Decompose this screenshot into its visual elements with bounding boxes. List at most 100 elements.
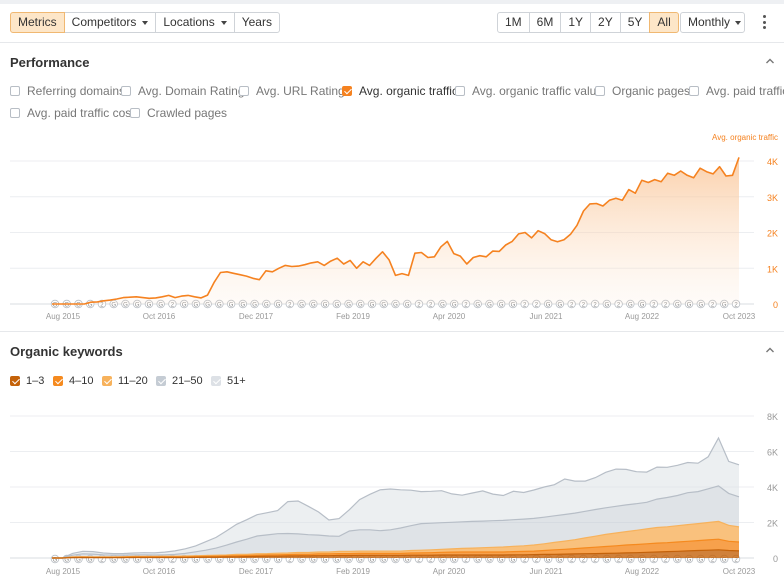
annotation-marker-label: G xyxy=(229,558,234,564)
interval-dropdown[interactable]: Monthly xyxy=(680,12,745,33)
annotation-marker-label: G xyxy=(299,558,304,564)
checkbox-checked[interactable] xyxy=(342,86,352,96)
divider xyxy=(0,42,784,43)
metric-avg-paid-traffic-cost[interactable]: Avg. paid traffic cost xyxy=(10,106,135,120)
metric-label: Referring domains xyxy=(27,84,126,98)
annotation-marker-label: G xyxy=(311,558,316,564)
annotation-marker-label: G xyxy=(346,558,351,564)
annotation-marker-label: G xyxy=(182,558,187,564)
chevron-up-icon[interactable] xyxy=(765,345,775,355)
tab-locations-label: Locations xyxy=(163,15,215,29)
y-tick-label: 8K xyxy=(767,412,778,422)
tab-metrics[interactable]: Metrics xyxy=(10,12,65,33)
tab-locations[interactable]: Locations xyxy=(155,12,235,33)
annotation-marker-label: G xyxy=(487,558,492,564)
annotation-marker-label: G xyxy=(147,558,152,564)
x-tick-label: Dec 2017 xyxy=(239,567,274,576)
metric-avg-url-rating[interactable]: Avg. URL Rating xyxy=(239,84,345,98)
annotation-marker-label: G xyxy=(452,558,457,564)
annotation-marker-label: G xyxy=(440,558,445,564)
checkbox[interactable] xyxy=(10,108,20,118)
legend-label: 21–50 xyxy=(172,375,203,387)
annotation-marker-label: G xyxy=(194,558,199,564)
tab-competitors[interactable]: Competitors xyxy=(63,12,157,33)
metric-avg-organic-traffic[interactable]: Avg. organic traffic xyxy=(342,84,458,98)
legend-position-11-20[interactable]: 11–20 xyxy=(102,375,148,387)
x-tick-label: Aug 2022 xyxy=(625,567,660,576)
chevron-down-icon xyxy=(142,20,149,25)
metric-avg-domain-rating[interactable]: Avg. Domain Rating xyxy=(121,84,245,98)
x-tick-label: Aug 2015 xyxy=(46,567,81,576)
range-5y[interactable]: 5Y xyxy=(619,12,651,33)
annotation-marker-label: G xyxy=(405,558,410,564)
metric-avg-organic-traffic-value[interactable]: Avg. organic traffic value xyxy=(455,84,603,98)
annotation-marker-label: G xyxy=(698,558,703,564)
annotation-marker-label: G xyxy=(558,558,563,564)
annotation-marker-label: G xyxy=(158,558,163,564)
metric-referring-domains[interactable]: Referring domains xyxy=(10,84,125,98)
range-2y[interactable]: 2Y xyxy=(590,12,621,33)
x-tick-label: Jun 2021 xyxy=(530,312,563,321)
tab-years[interactable]: Years xyxy=(233,12,280,33)
tab-years-label: Years xyxy=(241,15,272,29)
range-6m[interactable]: 6M xyxy=(528,12,562,33)
date-range-selector: 1M 6M 1Y 2Y 5Y All xyxy=(497,12,679,33)
legend-label: 4–10 xyxy=(69,375,94,387)
annotation-marker-label: G xyxy=(393,558,398,564)
range-all[interactable]: All xyxy=(649,12,679,33)
checkbox[interactable] xyxy=(595,86,605,96)
more-options-icon[interactable] xyxy=(762,15,766,29)
legend-position-4-10[interactable]: 4–10 xyxy=(53,375,93,387)
checkbox[interactable] xyxy=(455,86,465,96)
y-tick-label: 6K xyxy=(767,448,778,458)
checkbox[interactable] xyxy=(239,86,249,96)
x-tick-label: Apr 2020 xyxy=(433,567,466,576)
chevron-down-icon xyxy=(220,20,227,25)
annotation-marker-label: G xyxy=(276,558,281,564)
annotation-marker-label: G xyxy=(628,558,633,564)
checkbox[interactable] xyxy=(10,86,20,96)
metric-crawled-pages[interactable]: Crawled pages xyxy=(130,106,227,120)
checkbox-checked[interactable] xyxy=(53,376,63,386)
y-tick-label: 3K xyxy=(767,193,778,203)
tab-metrics-label: Metrics xyxy=(18,15,57,29)
checkbox[interactable] xyxy=(689,86,699,96)
annotation-marker-label: G xyxy=(640,558,645,564)
metric-label: Organic pages xyxy=(612,84,691,98)
x-tick-label: Apr 2020 xyxy=(433,312,466,321)
x-tick-label: Dec 2017 xyxy=(239,312,274,321)
annotation-marker-label: G xyxy=(88,558,93,564)
metric-avg-paid-traffic[interactable]: Avg. paid traffic xyxy=(689,84,784,98)
legend-label: 51+ xyxy=(227,375,246,387)
annotation-marker-label: G xyxy=(334,558,339,564)
annotation-marker-label: G xyxy=(358,558,363,564)
annotation-marker-label: G xyxy=(323,558,328,564)
y-tick-label: 1K xyxy=(767,264,778,274)
legend-position-51-plus[interactable]: 51+ xyxy=(211,375,246,387)
x-tick-label: Oct 2016 xyxy=(143,312,176,321)
annotation-marker-label: G xyxy=(76,558,81,564)
annotation-marker-label: G xyxy=(264,558,269,564)
x-tick-label: Feb 2019 xyxy=(336,312,370,321)
checkbox-checked[interactable] xyxy=(102,376,112,386)
metric-label: Crawled pages xyxy=(147,106,228,120)
series-legend-label: Avg. organic traffic xyxy=(712,133,778,142)
checkbox-checked[interactable] xyxy=(211,376,221,386)
chevron-up-icon[interactable] xyxy=(765,56,775,66)
legend-position-1-3[interactable]: 1–3 xyxy=(10,375,44,387)
checkbox[interactable] xyxy=(130,108,140,118)
annotation-marker-label: G xyxy=(217,558,222,564)
checkbox-checked[interactable] xyxy=(156,376,166,386)
checkbox-checked[interactable] xyxy=(10,376,20,386)
checkbox[interactable] xyxy=(121,86,131,96)
range-1m[interactable]: 1M xyxy=(497,12,530,33)
tab-competitors-label: Competitors xyxy=(71,15,137,29)
annotation-marker-label: G xyxy=(605,558,610,564)
annotation-marker-label: G xyxy=(241,558,246,564)
legend-position-21-50[interactable]: 21–50 xyxy=(156,375,203,387)
annotation-marker-label: G xyxy=(252,558,257,564)
range-1y[interactable]: 1Y xyxy=(560,12,592,33)
metric-organic-pages[interactable]: Organic pages xyxy=(595,84,690,98)
annotation-marker: G xyxy=(50,554,60,564)
performance-chart: 0 1K 2K 3K 4K Aug 2015 Oct 2016 Dec 2017 Feb 201… xyxy=(10,133,778,321)
